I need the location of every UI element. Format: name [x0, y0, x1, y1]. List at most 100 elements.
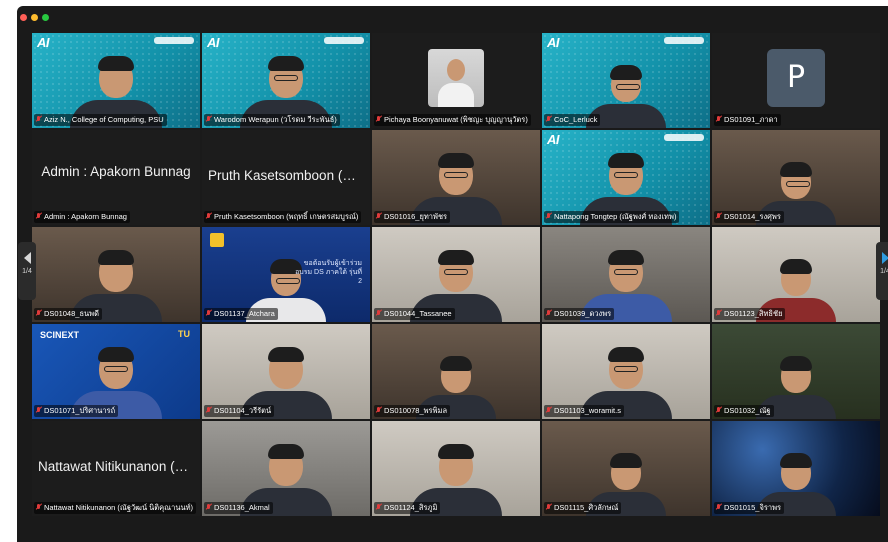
participant-name-label: DS01115_ศิวลักษณ์	[544, 502, 622, 514]
participant-name-label: DS01048_ธนพดี	[34, 308, 102, 320]
participant-tile[interactable]: DS01016_ยุทาพัชร	[372, 130, 540, 225]
ai-badge	[664, 37, 704, 44]
participant-name-label: DS01044_Tassanee	[374, 308, 455, 320]
participant-tile[interactable]: DS01124_สิรภูมิ	[372, 421, 540, 516]
ai-badge	[154, 37, 194, 44]
microphone-muted-icon	[546, 213, 551, 220]
minimize-window-button[interactable]	[31, 14, 38, 21]
participant-video-grid: AI Aziz N., College of Computing, PSU AI…	[32, 33, 882, 517]
window-titlebar	[17, 6, 888, 32]
participant-name-label: DS01014_รงศุพร	[714, 211, 784, 223]
scinext-logo: SCINEXT	[40, 330, 80, 340]
participant-name-label: DS01123_สิทธิชัย	[714, 308, 786, 320]
participant-tile[interactable]: ขอต้อนรับผู้เข้าร่วมอบรม DS ภาคใต้ รุ่นท…	[202, 227, 370, 322]
microphone-muted-icon	[376, 504, 381, 511]
microphone-muted-icon	[546, 504, 551, 511]
participant-tile[interactable]: AI Nattapong Tongtep (ณัฐพงศ์ ทองเทพ)	[542, 130, 710, 225]
participant-name-label: DS01103_woramit.s	[544, 405, 624, 417]
participant-name-label: Pichaya Boonyanuwat (พิชญะ บุญญานุวัตร)	[374, 114, 531, 126]
microphone-muted-icon	[206, 504, 211, 511]
microphone-muted-icon	[376, 310, 381, 317]
participant-tile[interactable]: DS01048_ธนพดี	[32, 227, 200, 322]
previous-page-button[interactable]: 1/4	[18, 242, 36, 300]
participant-tile[interactable]: DS010078_พรพิมล	[372, 324, 540, 419]
microphone-muted-icon	[376, 407, 381, 414]
participant-display-name: Admin : Apakorn Bunnag	[41, 164, 191, 179]
participant-tile[interactable]: DS01115_ศิวลักษณ์	[542, 421, 710, 516]
profile-picture	[428, 49, 484, 107]
participant-tile[interactable]: DS01044_Tassanee	[372, 227, 540, 322]
participant-tile[interactable]: Pichaya Boonyanuwat (พิชญะ บุญญานุวัตร)	[372, 33, 540, 128]
participant-tile[interactable]: DS01014_รงศุพร	[712, 130, 880, 225]
participant-name-label: DS01104_วรีรัตน์	[204, 405, 275, 417]
microphone-muted-icon	[206, 213, 211, 220]
participant-name-label: DS01016_ยุทาพัชร	[374, 211, 451, 223]
participant-tile[interactable]: AI Warodom Werapun (วโรดม วีระพันธ์)	[202, 33, 370, 128]
ai-badge	[324, 37, 364, 44]
participant-tile[interactable]: DS01015_จิราพร	[712, 421, 880, 516]
participant-tile[interactable]: Admin : Apakorn Bunnag Admin : Apakorn B…	[32, 130, 200, 225]
microphone-muted-icon	[716, 310, 721, 317]
participant-tile[interactable]: AI CoC_Lerluck	[542, 33, 710, 128]
participant-tile[interactable]: DS01136_Akmal	[202, 421, 370, 516]
ai-badge	[664, 134, 704, 141]
participant-name-label: DS01039_ดวงพร	[544, 308, 615, 320]
microphone-muted-icon	[36, 310, 41, 317]
microphone-muted-icon	[376, 213, 381, 220]
participant-tile[interactable]: DS01104_วรีรัตน์	[202, 324, 370, 419]
participant-name-label: Warodom Werapun (วโรดม วีระพันธ์)	[204, 114, 340, 126]
participant-name-label: DS01032_ณัฐ	[714, 405, 774, 417]
participant-tile[interactable]: AI Aziz N., College of Computing, PSU	[32, 33, 200, 128]
microphone-muted-icon	[36, 213, 41, 220]
microphone-muted-icon	[716, 213, 721, 220]
institution-logo	[210, 233, 224, 247]
page-indicator: 1/4	[880, 268, 888, 275]
microphone-muted-icon	[36, 116, 41, 123]
microphone-muted-icon	[206, 407, 211, 414]
microphone-muted-icon	[716, 116, 721, 123]
page-indicator: 1/4	[22, 268, 32, 275]
participant-name-label: Admin : Apakorn Bunnag	[34, 211, 130, 223]
tu-logo: TU	[178, 329, 190, 339]
microphone-muted-icon	[546, 407, 551, 414]
maximize-window-button[interactable]	[42, 14, 49, 21]
participant-name-label: DS01136_Akmal	[204, 502, 273, 514]
participant-tile[interactable]: Pruth Kasetsomboon (พฤ... Pruth Kasetsom…	[202, 130, 370, 225]
microphone-muted-icon	[206, 116, 211, 123]
virtual-background-text: ขอต้อนรับผู้เข้าร่วมอบรม DS ภาคใต้ รุ่นท…	[295, 260, 362, 285]
ai-logo: AI	[207, 35, 220, 50]
close-window-button[interactable]	[20, 14, 27, 21]
participant-tile[interactable]: P DS01091_ภาดา	[712, 33, 880, 128]
participant-name-label: DS010078_พรพิมล	[374, 405, 451, 417]
participant-name-label: Aziz N., College of Computing, PSU	[34, 114, 167, 126]
participant-tile[interactable]: DS01123_สิทธิชัย	[712, 227, 880, 322]
microphone-muted-icon	[716, 407, 721, 414]
microphone-muted-icon	[206, 310, 211, 317]
participant-name-label: DS01091_ภาดา	[714, 114, 781, 126]
participant-tile[interactable]: DS01103_woramit.s	[542, 324, 710, 419]
participant-tile[interactable]: SCINEXT TU DS01071_ปริศานารถ์	[32, 324, 200, 419]
participant-display-name: Nattawat Nitikunanon (ณัฐ...	[38, 459, 200, 474]
participant-name-label: DS01071_ปริศานารถ์	[34, 405, 119, 417]
participant-name-label: Pruth Kasetsomboon (พฤทธิ์ เกษตรสมบูรณ์)	[204, 211, 362, 223]
participant-name-label: CoC_Lerluck	[544, 114, 601, 126]
microphone-muted-icon	[36, 504, 41, 511]
ai-logo: AI	[547, 132, 560, 147]
participant-name-label: DS01137_Atchara	[204, 308, 278, 320]
microphone-muted-icon	[546, 116, 551, 123]
microphone-muted-icon	[546, 310, 551, 317]
participant-tile[interactable]: Nattawat Nitikunanon (ณัฐ... Nattawat Ni…	[32, 421, 200, 516]
microphone-muted-icon	[376, 116, 381, 123]
avatar-letter: P	[767, 49, 825, 107]
video-meeting-window: 1/4 1/4 AI Aziz N., College of Computing…	[17, 6, 888, 542]
microphone-muted-icon	[716, 504, 721, 511]
participant-tile[interactable]: DS01039_ดวงพร	[542, 227, 710, 322]
chevron-left-icon	[23, 252, 31, 264]
ai-logo: AI	[547, 35, 560, 50]
next-page-button[interactable]: 1/4	[876, 242, 888, 300]
participant-name-label: DS01124_สิรภูมิ	[374, 502, 441, 514]
participant-tile[interactable]: DS01032_ณัฐ	[712, 324, 880, 419]
microphone-muted-icon	[36, 407, 41, 414]
chevron-right-icon	[881, 252, 888, 264]
participant-display-name: Pruth Kasetsomboon (พฤ...	[208, 168, 370, 183]
